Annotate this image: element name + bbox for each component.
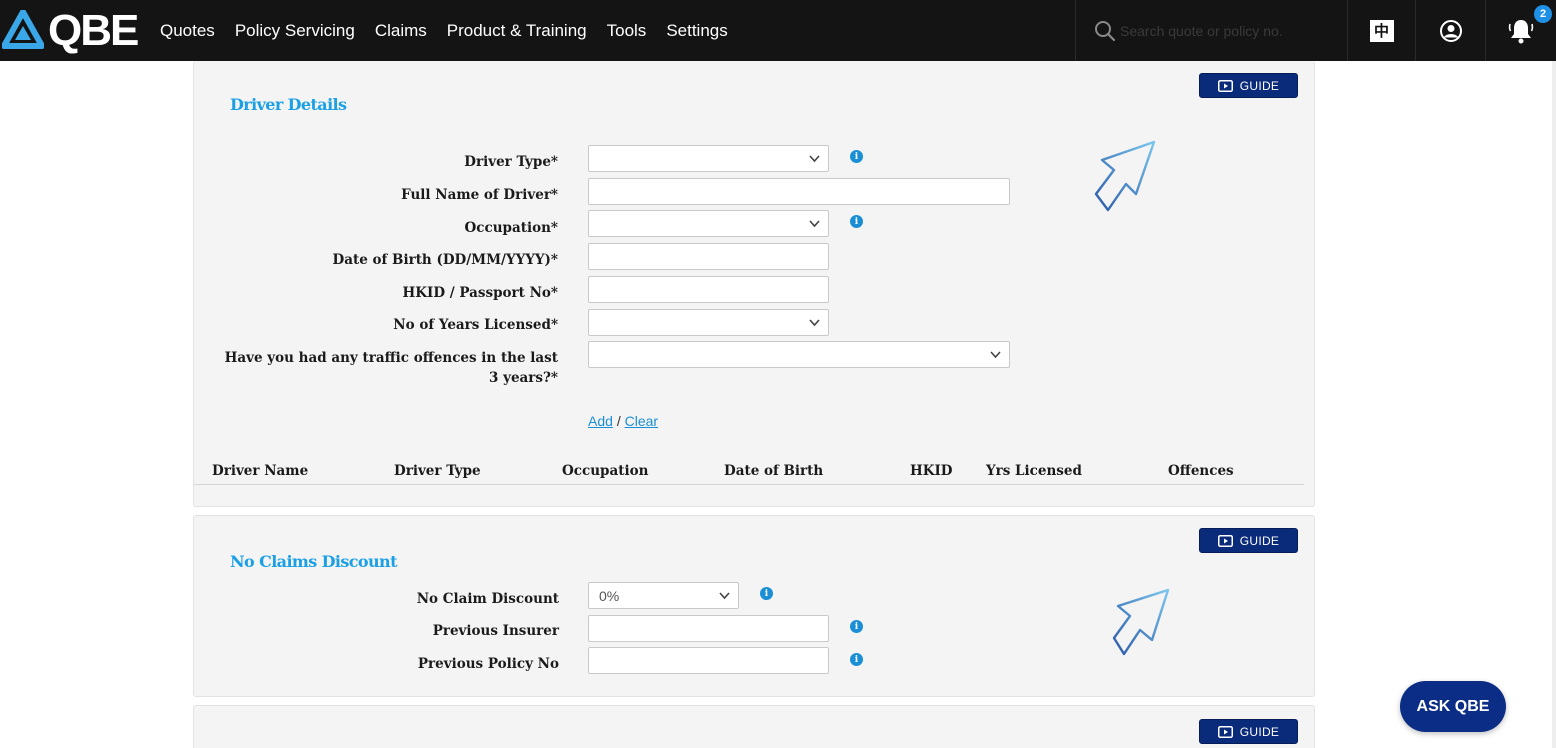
chevron-down-icon bbox=[719, 592, 730, 600]
ncd-select[interactable]: 0% bbox=[588, 582, 739, 609]
next-section: GUIDE bbox=[193, 705, 1315, 748]
years-licensed-select[interactable] bbox=[588, 309, 829, 336]
previous-policy-info-icon[interactable]: i bbox=[850, 653, 863, 666]
language-toggle[interactable]: 中 bbox=[1347, 0, 1415, 61]
link-separator: / bbox=[616, 413, 621, 429]
ncd-guide-button[interactable]: GUIDE bbox=[1199, 528, 1298, 553]
language-label: 中 bbox=[1369, 19, 1394, 42]
pointer-arrow-icon bbox=[1094, 140, 1156, 212]
ncd-title: No Claims Discount bbox=[230, 552, 397, 571]
next-guide-button[interactable]: GUIDE bbox=[1199, 719, 1298, 744]
brand-name: QBE bbox=[48, 6, 139, 55]
bell-icon bbox=[1508, 19, 1534, 43]
col-yrs-licensed: Yrs Licensed bbox=[986, 463, 1082, 479]
clear-driver-link[interactable]: Clear bbox=[625, 413, 658, 429]
menu-settings[interactable]: Settings bbox=[666, 21, 727, 41]
col-hkid: HKID bbox=[910, 463, 953, 479]
ncd-selected-value: 0% bbox=[599, 587, 620, 604]
search-box bbox=[1075, 0, 1347, 61]
previous-insurer-input[interactable] bbox=[588, 615, 829, 642]
driver-type-info-icon[interactable]: i bbox=[850, 150, 863, 163]
page-scrollbar[interactable] bbox=[1552, 61, 1556, 748]
guide-label: GUIDE bbox=[1239, 533, 1280, 548]
account-button[interactable] bbox=[1415, 0, 1485, 61]
search-icon bbox=[1095, 20, 1116, 41]
search-input[interactable] bbox=[1120, 22, 1340, 39]
menu-quotes[interactable]: Quotes bbox=[160, 21, 215, 41]
occupation-label: Occupation* bbox=[464, 220, 558, 236]
full-name-input[interactable] bbox=[588, 178, 1010, 205]
add-clear-links: Add / Clear bbox=[588, 413, 658, 429]
full-name-label: Full Name of Driver* bbox=[401, 187, 558, 203]
notification-badge: 2 bbox=[1534, 5, 1552, 23]
col-date-of-birth: Date of Birth bbox=[724, 463, 824, 479]
driver-details-title: Driver Details bbox=[230, 95, 347, 114]
dob-input[interactable] bbox=[588, 243, 829, 270]
col-driver-type: Driver Type bbox=[394, 463, 481, 479]
chevron-down-icon bbox=[990, 351, 1001, 359]
dob-label: Date of Birth (DD/MM/YYYY)* bbox=[332, 252, 558, 268]
hkid-label: HKID / Passport No* bbox=[402, 285, 558, 301]
play-video-icon bbox=[1217, 79, 1233, 92]
guide-label: GUIDE bbox=[1239, 78, 1280, 93]
previous-policy-label: Previous Policy No bbox=[417, 656, 559, 672]
guide-label: GUIDE bbox=[1239, 724, 1280, 739]
chevron-down-icon bbox=[809, 319, 820, 327]
previous-insurer-label: Previous Insurer bbox=[432, 623, 559, 639]
qbe-logo-icon bbox=[2, 10, 44, 49]
ncd-label: No Claim Discount bbox=[416, 591, 559, 607]
pointer-arrow-icon bbox=[1112, 588, 1170, 656]
hkid-input[interactable] bbox=[588, 276, 829, 303]
qbe-logo[interactable]: QBE bbox=[2, 6, 139, 55]
chevron-down-icon bbox=[809, 220, 820, 228]
chevron-down-icon bbox=[809, 155, 820, 163]
menu-policy-servicing[interactable]: Policy Servicing bbox=[235, 21, 355, 41]
occupation-info-icon[interactable]: i bbox=[850, 215, 863, 228]
col-occupation: Occupation bbox=[562, 463, 649, 479]
offences-select[interactable] bbox=[588, 341, 1010, 368]
offences-label-line1: Have you had any traffic offences in the… bbox=[224, 350, 558, 366]
driver-details-section: GUIDE Driver Details Driver Type* i Full… bbox=[193, 61, 1315, 507]
play-video-icon bbox=[1217, 725, 1233, 738]
menu-claims[interactable]: Claims bbox=[375, 21, 427, 41]
previous-policy-input[interactable] bbox=[588, 647, 829, 674]
user-icon bbox=[1439, 19, 1462, 42]
years-licensed-label: No of Years Licensed* bbox=[393, 317, 558, 333]
menu-tools[interactable]: Tools bbox=[607, 21, 647, 41]
notifications-button[interactable]: 2 bbox=[1485, 0, 1556, 61]
occupation-select[interactable] bbox=[588, 210, 829, 237]
offences-label-line2: 3 years?* bbox=[489, 370, 558, 386]
add-driver-link[interactable]: Add bbox=[588, 413, 613, 429]
ncd-info-icon[interactable]: i bbox=[760, 587, 773, 600]
driver-type-label: Driver Type* bbox=[464, 154, 558, 170]
play-video-icon bbox=[1217, 534, 1233, 547]
driver-guide-button[interactable]: GUIDE bbox=[1199, 73, 1298, 98]
top-navbar: QBE Quotes Policy Servicing Claims Produ… bbox=[0, 0, 1556, 61]
offences-label: Have you had any traffic offences in the… bbox=[158, 348, 558, 388]
ask-qbe-button[interactable]: ASK QBE bbox=[1400, 681, 1506, 732]
driver-type-select[interactable] bbox=[588, 145, 829, 172]
main-menu: Quotes Policy Servicing Claims Product &… bbox=[160, 0, 748, 61]
col-offences: Offences bbox=[1168, 463, 1234, 479]
col-driver-name: Driver Name bbox=[212, 463, 309, 479]
menu-product-training[interactable]: Product & Training bbox=[447, 21, 587, 41]
drivers-table-header: Driver Name Driver Type Occupation Date … bbox=[194, 463, 1304, 485]
previous-insurer-info-icon[interactable]: i bbox=[850, 620, 863, 633]
